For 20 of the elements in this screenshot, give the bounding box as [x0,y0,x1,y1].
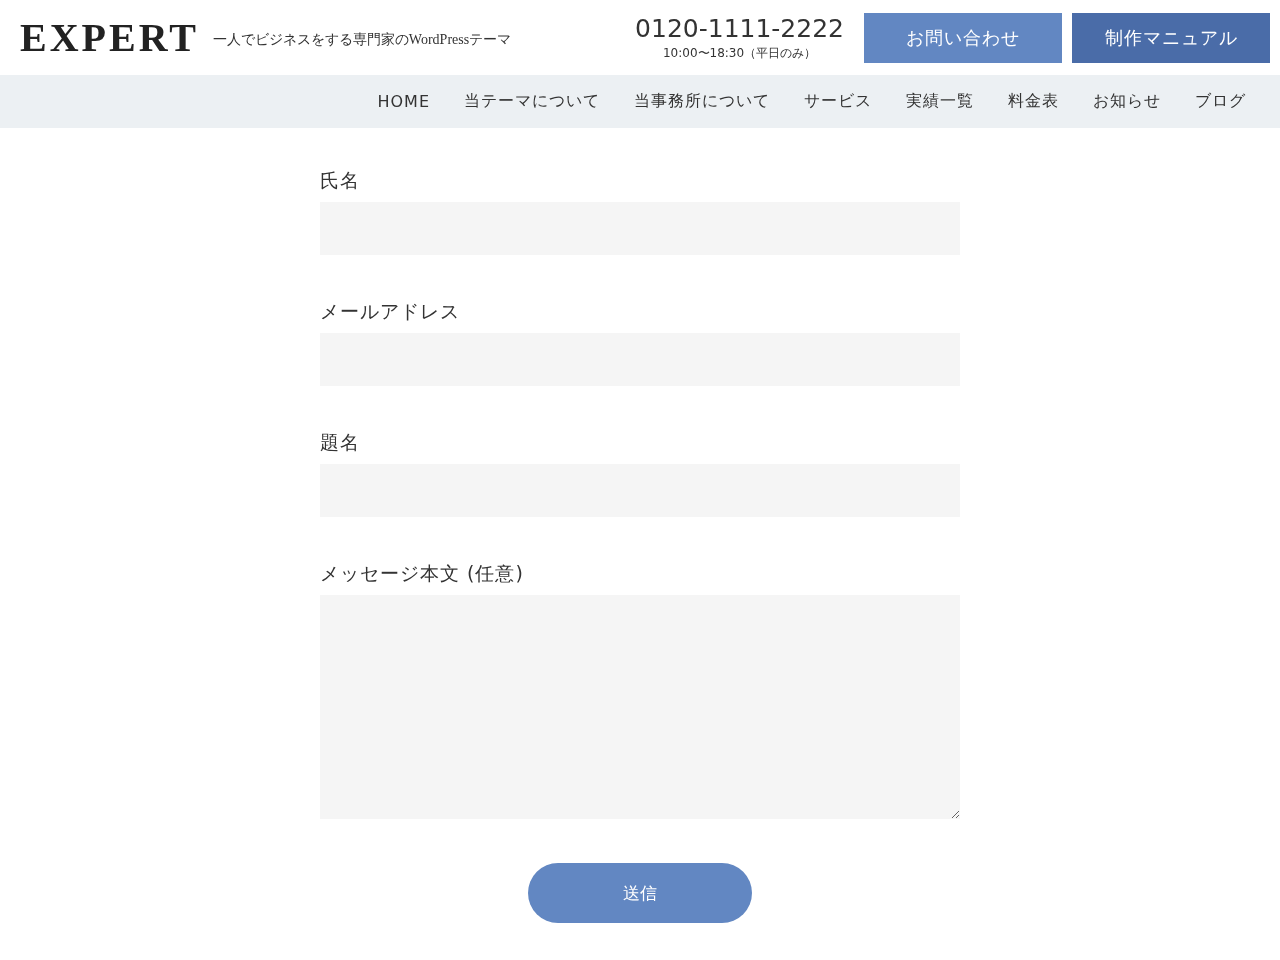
nav-link[interactable]: 当テーマについて [447,91,617,112]
site-logo[interactable]: EXPERT [20,14,199,61]
nav-link[interactable]: HOME [360,92,447,111]
message-field[interactable] [320,595,960,819]
field-label: メールアドレス [320,299,461,324]
field-label: 氏名 [320,168,361,193]
nav-link[interactable]: お知らせ [1076,91,1178,112]
header-button[interactable]: 制作マニュアル [1072,12,1270,63]
header-button[interactable]: お問い合わせ [864,12,1062,63]
site-tagline: 一人でビジネスをする専門家のWordPressテーマ [212,30,512,49]
field-label: メッセージ本文 (任意) [320,561,525,586]
nav-link[interactable]: 実績一覧 [889,91,991,112]
phone-number: 0120-1111-2222 [635,13,844,43]
nav-link[interactable]: 当事務所について [617,91,787,112]
submit-button[interactable]: 送信 [528,863,752,923]
nav-link[interactable]: サービス [787,91,889,112]
nav-link[interactable]: ブログ [1178,91,1263,112]
field-label: 題名 [320,430,361,455]
nav-link[interactable]: 料金表 [991,91,1076,112]
business-hours: 10:00〜18:30（平日のみ） [662,44,817,62]
